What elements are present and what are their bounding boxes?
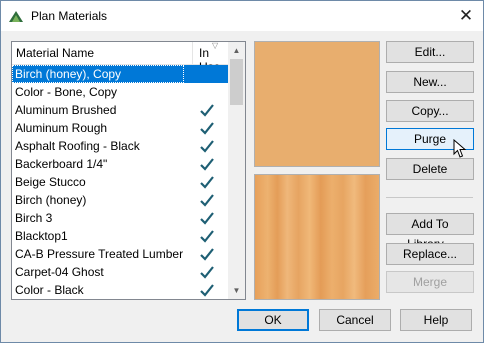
new-button[interactable]: New...	[386, 71, 474, 93]
vertical-scrollbar[interactable]: ▲ ▼	[228, 42, 245, 299]
list-item[interactable]: Aluminum Brushed	[12, 101, 228, 119]
in-use-checkmark-icon	[200, 284, 214, 297]
material-name: Birch 3	[15, 211, 53, 225]
list-header: Material Name ▽ In Use	[12, 42, 228, 74]
cancel-button[interactable]: Cancel	[319, 309, 391, 331]
material-name: Beige Stucco	[15, 175, 86, 189]
list-item[interactable]: Blacktop1	[12, 227, 228, 245]
add-to-library-button[interactable]: Add To Library...	[386, 213, 474, 251]
material-name: Color - Black	[15, 283, 84, 297]
list-item[interactable]: Color - Black	[12, 281, 228, 299]
list-item[interactable]: Carpet-04 Ghost	[12, 263, 228, 281]
list-item[interactable]: Color - Bone, Copy	[12, 83, 228, 101]
app-logo-icon	[9, 11, 23, 22]
in-use-checkmark-icon	[200, 194, 214, 207]
list-item[interactable]: Asphalt Roofing - Black	[12, 137, 228, 155]
in-use-checkmark-icon	[200, 176, 214, 189]
close-icon[interactable]: ✕	[449, 1, 483, 31]
window-title: Plan Materials	[31, 9, 108, 23]
material-name: Birch (honey)	[15, 193, 87, 207]
delete-button[interactable]: Delete	[386, 158, 474, 180]
material-name: CA-B Pressure Treated Lumber	[15, 247, 184, 261]
merge-button[interactable]: Merge	[386, 271, 474, 293]
in-use-checkmark-icon	[200, 248, 214, 261]
plan-materials-dialog: Plan Materials ✕ Material Name ▽ In Use …	[0, 0, 484, 343]
material-name: Birch (honey), Copy	[15, 67, 122, 81]
scroll-thumb[interactable]	[230, 59, 243, 105]
in-use-checkmark-icon	[200, 122, 214, 135]
copy-button[interactable]: Copy...	[386, 100, 474, 122]
title-bar: Plan Materials ✕	[1, 1, 483, 31]
material-name: Asphalt Roofing - Black	[15, 139, 140, 153]
list-item[interactable]: CA-B Pressure Treated Lumber	[12, 245, 228, 263]
in-use-checkmark-icon	[200, 230, 214, 243]
scroll-up-arrow-icon[interactable]: ▲	[228, 42, 245, 59]
list-item[interactable]: Beige Stucco	[12, 173, 228, 191]
mouse-cursor-icon	[453, 139, 467, 158]
list-item[interactable]: Aluminum Rough	[12, 119, 228, 137]
edit-button[interactable]: Edit...	[386, 41, 474, 63]
material-name: Color - Bone, Copy	[15, 85, 118, 99]
material-name: Backerboard 1/4"	[15, 157, 108, 171]
list-item[interactable]: Birch (honey), Copy	[12, 65, 228, 83]
in-use-checkmark-icon	[200, 212, 214, 225]
scroll-down-arrow-icon[interactable]: ▼	[228, 282, 245, 299]
ok-button[interactable]: OK	[237, 309, 309, 331]
in-use-checkmark-icon	[200, 158, 214, 171]
list-item[interactable]: Birch (honey)	[12, 191, 228, 209]
material-name: Aluminum Rough	[15, 121, 108, 135]
materials-list[interactable]: Material Name ▽ In Use Birch (honey), Co…	[11, 41, 246, 300]
replace-button[interactable]: Replace...	[386, 243, 474, 265]
material-name: Carpet-04 Ghost	[15, 265, 104, 279]
column-divider[interactable]	[192, 42, 193, 64]
material-color-preview	[254, 41, 380, 167]
help-button[interactable]: Help	[400, 309, 472, 331]
in-use-checkmark-icon	[200, 140, 214, 153]
button-divider	[386, 197, 473, 198]
in-use-checkmark-icon	[200, 104, 214, 117]
list-rows: Birch (honey), Copy Color - Bone, Copy Alu…	[12, 65, 228, 299]
material-name: Aluminum Brushed	[15, 103, 117, 117]
material-texture-preview	[254, 174, 380, 300]
in-use-checkmark-icon	[200, 266, 214, 279]
list-item[interactable]: Backerboard 1/4"	[12, 155, 228, 173]
list-item[interactable]: Birch 3	[12, 209, 228, 227]
material-name: Blacktop1	[15, 229, 68, 243]
column-header-material-name[interactable]: Material Name	[16, 46, 94, 60]
